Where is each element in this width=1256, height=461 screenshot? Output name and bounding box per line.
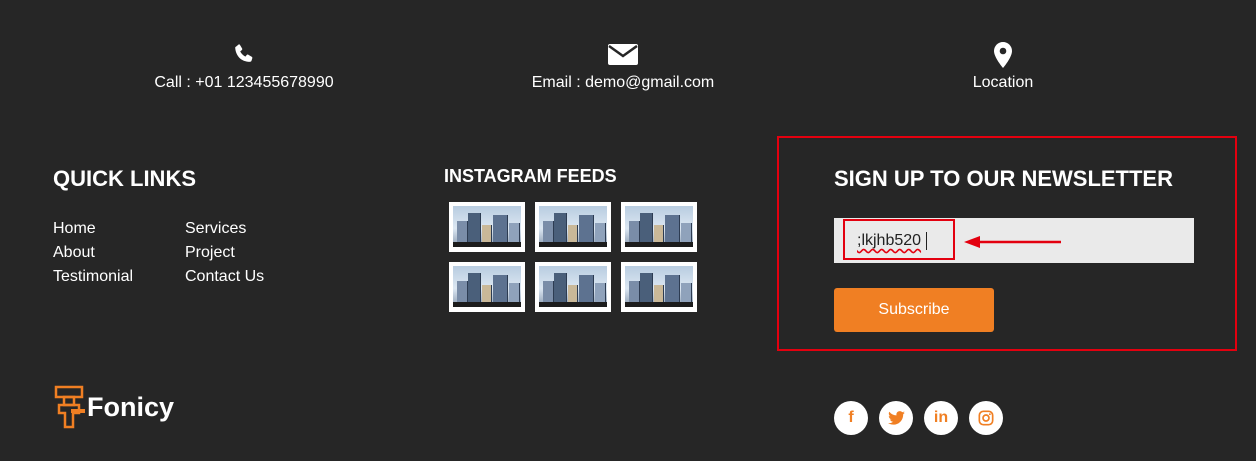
newsletter-heading: SIGN UP TO OUR NEWSLETTER [834,166,1173,191]
contact-email: Email : demo@gmail.com [523,42,723,92]
link-services[interactable]: Services [185,220,305,238]
brand-name: Fonicy [87,391,175,422]
link-project[interactable]: Project [185,244,305,262]
phone-icon [150,42,338,70]
link-about[interactable]: About [53,244,185,262]
instagram-thumbnail[interactable] [621,262,697,312]
contact-location: Location [953,42,1053,92]
facebook-icon[interactable]: f [834,401,868,435]
social-links: f in [834,401,1003,435]
subscribe-button[interactable]: Subscribe [834,288,994,332]
link-testimonial[interactable]: Testimonial [53,268,185,286]
map-pin-icon [953,42,1053,70]
instagram-feeds-heading: INSTAGRAM FEEDS [444,166,617,186]
annotation-arrow-icon [964,236,1061,248]
location-text: Location [972,74,1034,91]
instagram-thumbnail[interactable] [535,202,611,252]
link-home[interactable]: Home [53,220,185,238]
email-text: Email : demo@gmail.com [531,74,715,91]
twitter-icon[interactable] [879,401,913,435]
call-text: Call : +01 123455678990 [154,74,334,91]
instagram-thumbnail[interactable] [449,202,525,252]
link-contact-us[interactable]: Contact Us [185,268,305,286]
contact-call: Call : +01 123455678990 [150,42,338,92]
instagram-thumbnail[interactable] [621,202,697,252]
instagram-thumbnail[interactable] [535,262,611,312]
hammer-logo-icon [54,385,85,429]
fonicy-logo[interactable]: Fonicy [53,384,174,430]
quick-links-heading: QUICK LINKS [53,166,196,191]
instagram-feed-grid [449,202,697,312]
input-value-highlight-annotation [843,219,955,260]
linkedin-icon[interactable]: in [924,401,958,435]
quick-links-list: Home Services About Project Testimonial … [53,220,305,286]
instagram-icon[interactable] [969,401,1003,435]
envelope-icon [523,42,723,70]
instagram-thumbnail[interactable] [449,262,525,312]
